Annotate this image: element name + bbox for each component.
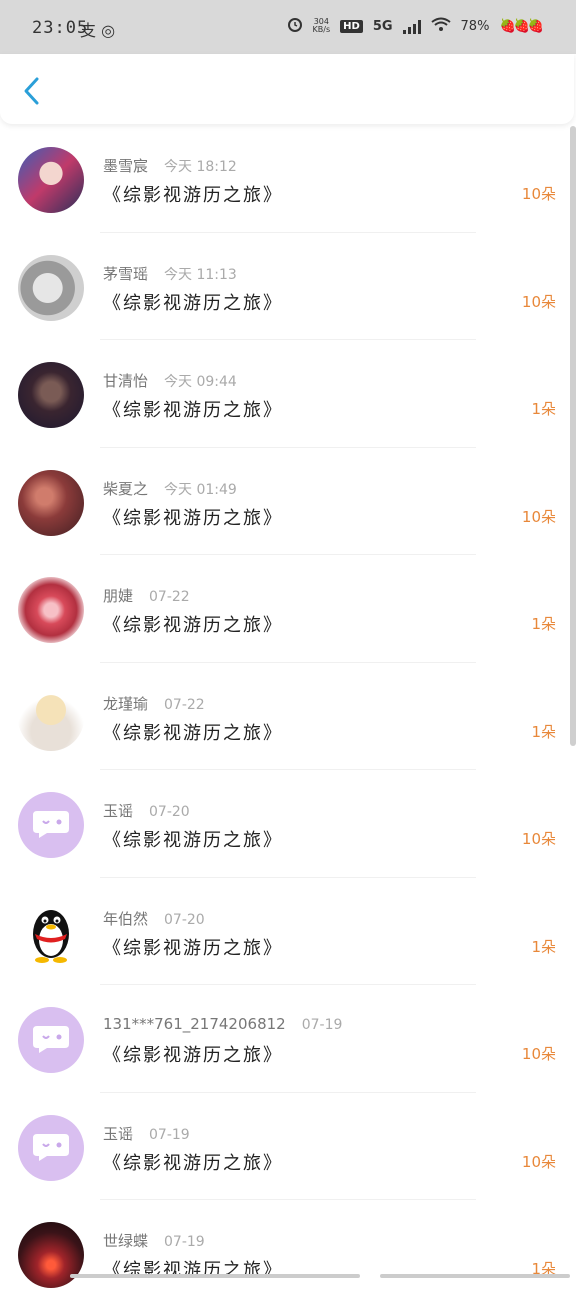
book-title: 《综影视游历之旅》 — [103, 1260, 283, 1281]
network-type: 5G — [372, 18, 393, 34]
chat-bubble-icon — [33, 1133, 69, 1161]
record-time: 07-22 — [164, 696, 205, 713]
chevron-left-icon — [24, 77, 39, 105]
record-time: 07-19 — [301, 1017, 343, 1033]
avatar — [18, 362, 84, 428]
record-time: 07-20 — [149, 804, 190, 820]
hd-icon: HD — [340, 19, 363, 33]
list-item[interactable]: 墨雪宸 今天 18:12 《综影视游历之旅》 10朵 — [0, 125, 576, 233]
avatar — [18, 899, 84, 966]
gift-amount: 1朵 — [531, 400, 556, 418]
record-time: 今天 18:12 — [164, 159, 237, 175]
list-item[interactable]: 世绿蝶 07-19 《综影视游历之旅》 1朵 — [0, 1200, 576, 1308]
record-time: 07-22 — [149, 589, 190, 605]
book-title: 《综影视游历之旅》 — [103, 185, 283, 206]
avatar — [18, 469, 84, 536]
avatar — [18, 792, 84, 858]
record-time: 今天 11:13 — [164, 266, 237, 283]
strawberry-icon: 🍓🍓🍓 — [499, 18, 544, 34]
avatar — [18, 1007, 84, 1073]
book-title: 《综影视游历之旅》 — [103, 507, 283, 529]
penguin-icon — [33, 909, 69, 963]
gift-amount: 1朵 — [531, 615, 556, 633]
book-title: 《综影视游历之旅》 — [103, 722, 283, 744]
back-button[interactable] — [18, 74, 48, 108]
book-title: 《综影视游历之旅》 — [103, 1045, 283, 1066]
signal-icon — [402, 18, 421, 34]
wifi-icon — [430, 17, 451, 35]
book-title: 《综影视游历之旅》 — [103, 615, 283, 636]
chat-bubble-icon — [33, 811, 69, 838]
avatar — [18, 684, 84, 751]
avatar — [18, 1222, 84, 1288]
user-name: 年伯然 — [103, 909, 149, 928]
record-time: 07-19 — [149, 1126, 190, 1143]
user-name: 墨雪宸 — [103, 157, 149, 175]
gift-amount: 10朵 — [521, 1152, 556, 1171]
user-name: 柴夏之 — [103, 479, 149, 498]
bottom-indicator — [70, 1274, 360, 1278]
gift-amount: 10朵 — [521, 507, 556, 526]
avatar — [18, 1114, 84, 1181]
chat-bubble-icon — [33, 1026, 69, 1053]
top-navigation-bar — [0, 54, 574, 124]
avatar — [18, 577, 84, 643]
book-title: 《综影视游历之旅》 — [103, 1152, 283, 1174]
gift-record-list: 墨雪宸 今天 18:12 《综影视游历之旅》 10朵 茅雪瑶 今天 11:13 《综… — [0, 125, 576, 1308]
gift-amount: 10朵 — [521, 185, 556, 203]
gift-amount: 1朵 — [531, 937, 556, 956]
app-notification-icons: 支 ◎ — [80, 21, 116, 40]
list-item[interactable]: 甘清怡 今天 09:44 《综影视游历之旅》 1朵 — [0, 340, 576, 448]
bottom-indicator — [380, 1274, 570, 1278]
avatar — [18, 254, 84, 321]
book-title: 《综影视游历之旅》 — [103, 937, 283, 959]
user-name: 龙瑾瑜 — [103, 694, 149, 713]
user-name: 玉谣 — [103, 802, 134, 820]
record-time: 今天 09:44 — [164, 374, 237, 390]
gift-amount: 1朵 — [531, 722, 556, 741]
user-name: 131***761_2174206812 — [103, 1015, 286, 1033]
user-name: 世绿蝶 — [103, 1232, 149, 1250]
list-item[interactable]: 柴夏之 今天 01:49 《综影视游历之旅》 10朵 — [0, 448, 576, 555]
alarm-icon — [287, 16, 303, 36]
book-title: 《综影视游历之旅》 — [103, 292, 283, 314]
book-title: 《综影视游历之旅》 — [103, 400, 283, 421]
record-time: 今天 01:49 — [164, 481, 237, 498]
list-item[interactable]: 龙瑾瑜 07-22 《综影视游历之旅》 1朵 — [0, 663, 576, 770]
battery-level: 78% — [460, 18, 490, 34]
list-item[interactable]: 玉谣 07-19 《综影视游历之旅》 10朵 — [0, 1093, 576, 1200]
avatar — [18, 147, 84, 213]
list-item[interactable]: 朋婕 07-22 《综影视游历之旅》 1朵 — [0, 555, 576, 663]
gift-amount: 10朵 — [521, 292, 556, 311]
record-time: 07-19 — [164, 1234, 205, 1250]
user-name: 茅雪瑶 — [103, 264, 149, 283]
book-title: 《综影视游历之旅》 — [103, 830, 283, 851]
list-item[interactable]: 玉谣 07-20 《综影视游历之旅》 10朵 — [0, 770, 576, 878]
network-speed: 304 KB/s — [312, 17, 331, 34]
user-name: 甘清怡 — [103, 372, 149, 390]
record-time: 07-20 — [164, 911, 205, 928]
gift-amount: 10朵 — [521, 830, 556, 848]
list-item[interactable]: 茅雪瑶 今天 11:13 《综影视游历之旅》 10朵 — [0, 233, 576, 340]
user-name: 玉谣 — [103, 1124, 134, 1143]
list-item[interactable]: 131***761_2174206812 07-19 《综影视游历之旅》 10朵 — [0, 985, 576, 1093]
gift-amount: 10朵 — [521, 1045, 556, 1063]
user-name: 朋婕 — [103, 587, 134, 605]
list-item[interactable]: 年伯然 07-20 《综影视游历之旅》 1朵 — [0, 878, 576, 985]
status-bar: 23:05 支 ◎ 304 KB/s HD 5G 78% 🍓🍓🍓 — [0, 0, 576, 54]
